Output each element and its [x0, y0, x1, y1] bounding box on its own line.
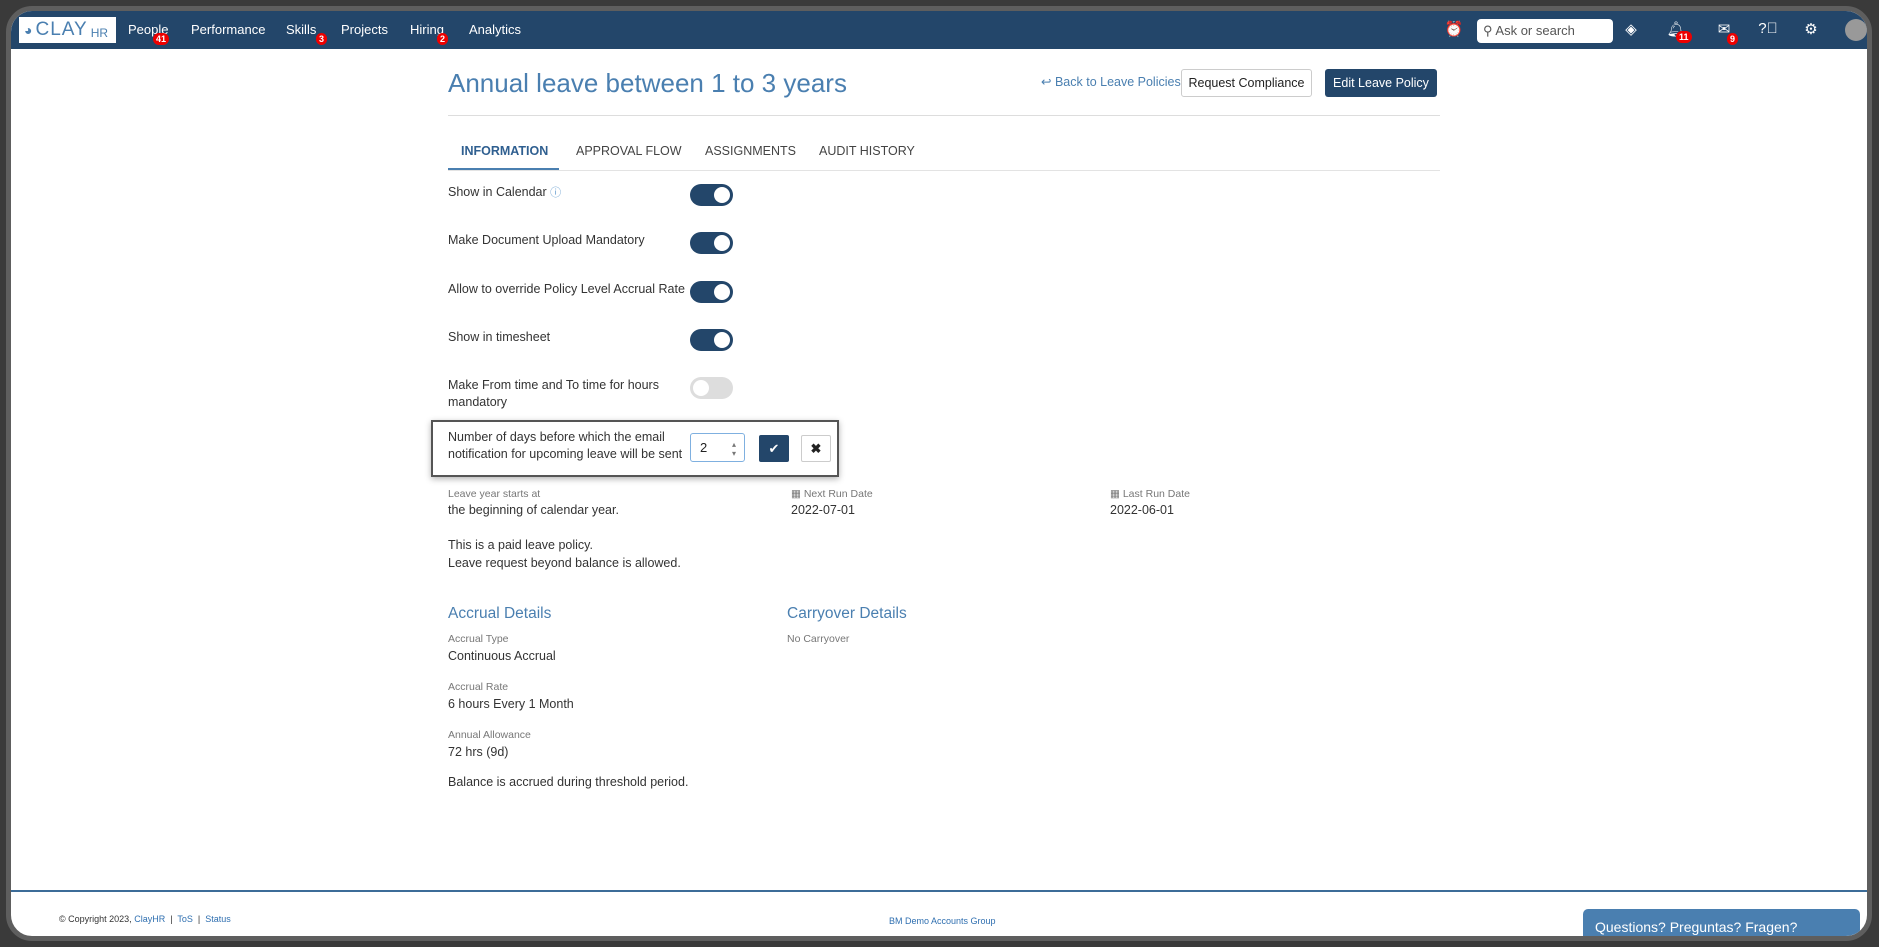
accrual-rate-value: 6 hours Every 1 Month	[448, 697, 574, 711]
setting-label: Make Document Upload Mandatory	[448, 233, 645, 247]
leave-year-label: Leave year starts at	[448, 488, 541, 500]
back-arrow-icon: ↩	[1041, 75, 1055, 89]
accrual-details-heading: Accrual Details	[448, 605, 552, 622]
people-badge: 41	[153, 33, 170, 45]
gear-icon[interactable]: ⚙	[1801, 20, 1821, 38]
leave-year-value: the beginning of calendar year.	[448, 503, 619, 517]
nav-analytics[interactable]: Analytics	[469, 22, 521, 37]
logo-icon: ◕	[24, 22, 33, 38]
avatar[interactable]	[1845, 19, 1867, 41]
help-chat-button[interactable]: Questions? Preguntas? Fragen?	[1583, 909, 1860, 936]
tos-link[interactable]: ToS	[177, 914, 193, 924]
check-icon: ✔	[768, 441, 780, 456]
help-icon[interactable]: ?⃝	[1758, 20, 1778, 37]
toggle-override-accrual-rate[interactable]	[690, 281, 733, 303]
tab-assignments[interactable]: ASSIGNMENTS	[705, 144, 796, 158]
annual-allowance-value: 72 hrs (9d)	[448, 745, 509, 759]
last-run-value: 2022-06-01	[1110, 503, 1174, 517]
setting-label: Allow to override Policy Level Accrual R…	[448, 282, 685, 296]
copyright: © Copyright 2023, ClayHR | ToS | Status	[59, 914, 231, 924]
days-input[interactable]: 2 ▴ ▾	[690, 433, 745, 462]
help-circle-icon[interactable]: ⓘ	[550, 187, 561, 199]
toggle-from-to-time-mandatory[interactable]	[690, 377, 733, 399]
clayhr-link[interactable]: ClayHR	[134, 914, 165, 924]
status-link[interactable]: Status	[205, 914, 231, 924]
spinner-icon[interactable]: ▴ ▾	[732, 440, 736, 458]
accrual-type-value: Continuous Accrual	[448, 649, 556, 663]
paid-policy-text: This is a paid leave policy.	[448, 538, 593, 552]
back-to-leave-policies-link[interactable]: ↩ Back to Leave Policies	[1041, 74, 1181, 89]
search-box[interactable]: ⚲ Ask or search	[1477, 19, 1613, 43]
email-notice-label: Number of days before which the email no…	[448, 430, 683, 461]
setting-label: Show in Calendar ⓘ	[448, 185, 562, 199]
toggle-show-in-calendar[interactable]	[690, 184, 733, 206]
setting-label: Show in timesheet	[448, 330, 551, 344]
close-icon: ✖	[810, 441, 822, 456]
next-run-value: 2022-07-01	[791, 503, 855, 517]
edit-leave-policy-button[interactable]: Edit Leave Policy	[1325, 69, 1437, 97]
toggle-document-upload-mandatory[interactable]	[690, 232, 733, 254]
toggle-show-in-timesheet[interactable]	[690, 329, 733, 351]
cancel-button[interactable]: ✖	[801, 435, 831, 462]
carryover-details-heading: Carryover Details	[787, 605, 907, 622]
tab-approval-flow[interactable]: APPROVAL FLOW	[576, 144, 682, 158]
accrual-note: Balance is accrued during threshold peri…	[448, 775, 689, 789]
nav-projects[interactable]: Projects	[341, 22, 388, 37]
carryover-value: No Carryover	[787, 633, 850, 645]
accrual-rate-label: Accrual Rate	[448, 681, 509, 693]
clayhr-logo[interactable]: ◕ CLAY HR	[19, 17, 116, 43]
last-run-label: ▦ Last Run Date	[1110, 488, 1190, 500]
account-group-link[interactable]: BM Demo Accounts Group	[889, 916, 996, 926]
active-tab-indicator	[448, 168, 559, 170]
hiring-badge: 2	[437, 33, 449, 45]
search-icon: ⚲	[1483, 23, 1496, 38]
nav-skills[interactable]: Skills	[286, 22, 316, 37]
tab-information[interactable]: INFORMATION	[461, 144, 548, 158]
setting-label: Make From time and To time for hours man…	[448, 378, 659, 409]
app-window: ◕ CLAY HR People 41 Performance Skills 3 P…	[6, 6, 1872, 941]
next-run-label: ▦ Next Run Date	[791, 488, 873, 500]
notifications-badge: 11	[1676, 31, 1692, 43]
page-title: Annual leave between 1 to 3 years	[448, 68, 847, 98]
top-nav: ◕ CLAY HR People 41 Performance Skills 3 P…	[11, 11, 1867, 49]
messages-badge: 9	[1727, 33, 1739, 45]
layers-icon[interactable]: ◈	[1621, 20, 1641, 38]
calendar-icon: ▦	[1110, 488, 1123, 500]
beyond-balance-text: Leave request beyond balance is allowed.	[448, 556, 681, 570]
annual-allowance-label: Annual Allowance	[448, 729, 531, 741]
calendar-icon: ▦	[791, 488, 804, 500]
skills-badge: 3	[316, 33, 328, 45]
confirm-button[interactable]: ✔	[759, 435, 789, 462]
tabs-border	[448, 170, 1440, 171]
divider	[448, 115, 1440, 116]
tab-audit-history[interactable]: AUDIT HISTORY	[819, 144, 915, 158]
accrual-type-label: Accrual Type	[448, 633, 509, 645]
request-compliance-button[interactable]: Request Compliance	[1181, 69, 1312, 97]
alarm-clock-icon[interactable]: ⏰	[1444, 20, 1464, 38]
nav-performance[interactable]: Performance	[191, 22, 265, 37]
footer-divider	[11, 890, 1867, 892]
